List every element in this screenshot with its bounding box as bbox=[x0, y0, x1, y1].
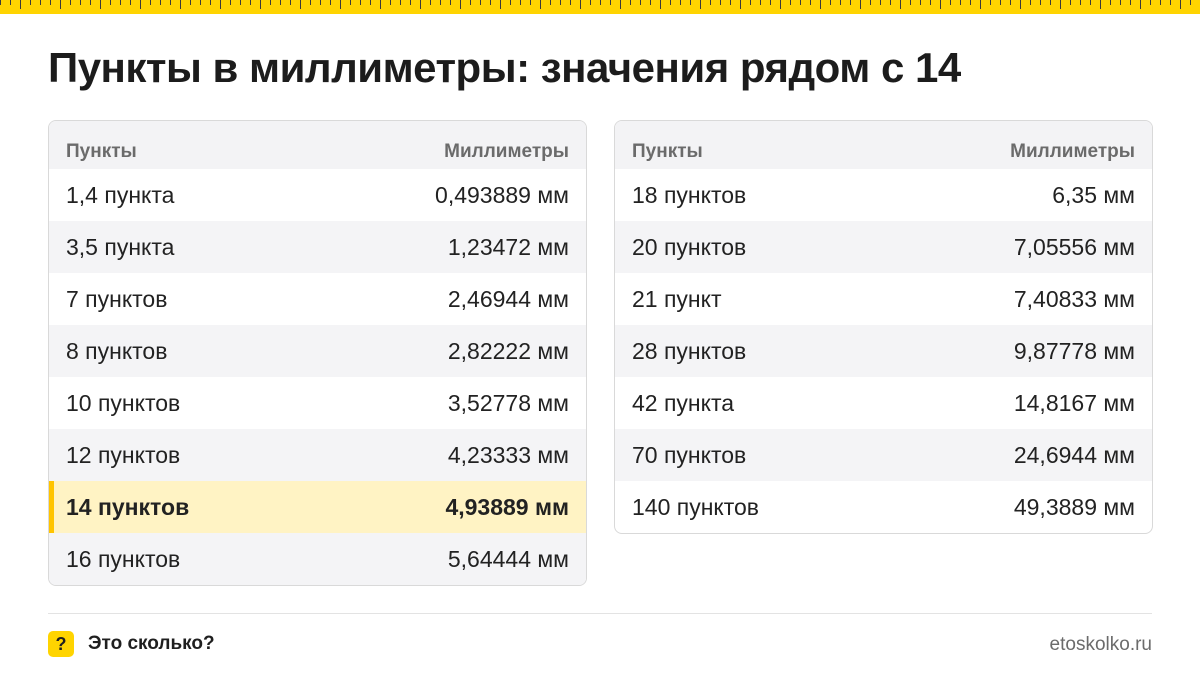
mm-cell: 9,87778 мм bbox=[1013, 337, 1135, 364]
mm-cell: 14,8167 мм bbox=[1013, 389, 1135, 416]
mm-cell: 2,82222 мм bbox=[447, 337, 569, 364]
brand-name: Это сколько? bbox=[88, 633, 215, 654]
mm-cell: 4,93889 мм bbox=[445, 493, 569, 520]
question-icon: ? bbox=[48, 631, 74, 657]
mm-cell: 5,64444 мм bbox=[447, 545, 569, 572]
mm-cell: 6,35 мм bbox=[1052, 181, 1135, 208]
table-row: 18 пунктов 6,35 мм bbox=[615, 169, 1152, 221]
table-row: 20 пунктов 7,05556 мм bbox=[615, 221, 1152, 273]
site-link[interactable]: etoskolko.ru bbox=[1050, 634, 1152, 656]
mm-cell: 3,52778 мм bbox=[447, 389, 569, 416]
points-cell: 10 пунктов bbox=[66, 389, 181, 416]
points-cell: 12 пунктов bbox=[66, 441, 181, 468]
mm-cell: 49,3889 мм bbox=[1013, 493, 1135, 520]
table-row: 140 пунктов 49,3889 мм bbox=[615, 481, 1152, 533]
column-header-mm: Миллиметры bbox=[444, 141, 569, 162]
mm-cell: 24,6944 мм bbox=[1013, 441, 1135, 468]
table-row: 21 пункт 7,40833 мм bbox=[615, 273, 1152, 325]
table-body: 18 пунктов 6,35 мм 20 пунктов 7,05556 мм 2… bbox=[615, 169, 1152, 533]
mm-cell: 7,05556 мм bbox=[1013, 233, 1135, 260]
table-header: Пункты Миллиметры bbox=[49, 121, 586, 169]
points-cell: 18 пунктов bbox=[632, 181, 747, 208]
table-row: 70 пунктов 24,6944 мм bbox=[615, 429, 1152, 481]
table-row: 12 пунктов 4,23333 мм bbox=[49, 429, 586, 481]
points-cell: 20 пунктов bbox=[632, 233, 747, 260]
table-body: 1,4 пункта 0,493889 мм 3,5 пункта 1,23472 … bbox=[49, 169, 586, 585]
ruler-decoration bbox=[0, 0, 1200, 14]
mm-cell: 0,493889 мм bbox=[435, 181, 569, 208]
mm-cell: 2,46944 мм bbox=[447, 285, 569, 312]
mm-cell: 7,40833 мм bbox=[1013, 285, 1135, 312]
points-cell: 70 пунктов bbox=[632, 441, 747, 468]
table-row: 42 пункта 14,8167 мм bbox=[615, 377, 1152, 429]
table-row: 16 пунктов 5,64444 мм bbox=[49, 533, 586, 585]
table-row: 1,4 пункта 0,493889 мм bbox=[49, 169, 586, 221]
conversion-table-right: Пункты Миллиметры 18 пунктов 6,35 мм 20 п… bbox=[614, 120, 1153, 534]
points-cell: 14 пунктов bbox=[66, 493, 190, 520]
points-cell: 7 пунктов bbox=[66, 285, 168, 312]
brand-logo[interactable]: ? Это сколько? bbox=[48, 631, 215, 657]
points-cell: 140 пунктов bbox=[632, 493, 760, 520]
points-cell: 42 пункта bbox=[632, 389, 735, 416]
points-cell: 21 пункт bbox=[632, 285, 722, 312]
points-cell: 3,5 пункта bbox=[66, 233, 175, 260]
column-header-points: Пункты bbox=[66, 141, 137, 162]
table-row: 28 пунктов 9,87778 мм bbox=[615, 325, 1152, 377]
points-cell: 28 пунктов bbox=[632, 337, 747, 364]
conversion-table-left: Пункты Миллиметры 1,4 пункта 0,493889 мм … bbox=[48, 120, 587, 586]
points-cell: 1,4 пункта bbox=[66, 181, 175, 208]
footer-divider bbox=[48, 613, 1152, 614]
table-row: 10 пунктов 3,52778 мм bbox=[49, 377, 586, 429]
column-header-mm: Миллиметры bbox=[1010, 141, 1135, 162]
column-header-points: Пункты bbox=[632, 141, 703, 162]
mm-cell: 4,23333 мм bbox=[447, 441, 569, 468]
mm-cell: 1,23472 мм bbox=[447, 233, 569, 260]
points-cell: 8 пунктов bbox=[66, 337, 168, 364]
table-row: 7 пунктов 2,46944 мм bbox=[49, 273, 586, 325]
table-row-highlighted: 14 пунктов 4,93889 мм bbox=[49, 481, 586, 533]
points-cell: 16 пунктов bbox=[66, 545, 181, 572]
table-header: Пункты Миллиметры bbox=[615, 121, 1152, 169]
page-title: Пункты в миллиметры: значения рядом с 14 bbox=[48, 44, 961, 91]
table-row: 3,5 пункта 1,23472 мм bbox=[49, 221, 586, 273]
table-row: 8 пунктов 2,82222 мм bbox=[49, 325, 586, 377]
